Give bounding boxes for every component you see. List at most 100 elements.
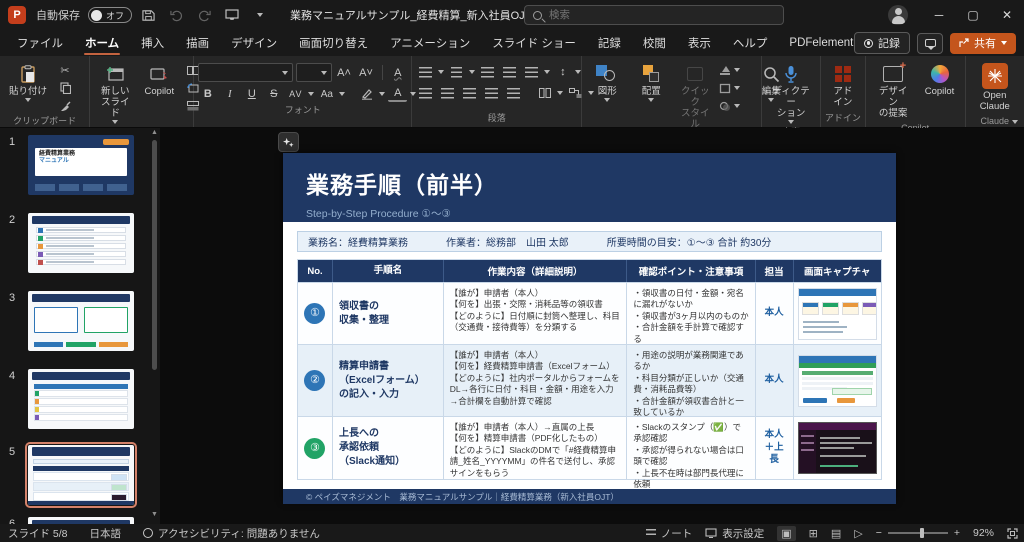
tab-record[interactable]: 記録	[587, 30, 632, 56]
slide-thumbnail-6[interactable]	[28, 517, 134, 524]
tab-transitions[interactable]: 画面切り替え	[288, 30, 379, 56]
decrease-indent-icon[interactable]	[478, 63, 497, 81]
notes-button[interactable]: ノート	[646, 526, 693, 541]
font-color-button[interactable]: A	[388, 87, 407, 102]
minimize-button[interactable]: ─	[922, 0, 956, 30]
designer-button[interactable]: デザイン の提案	[870, 60, 917, 121]
tab-draw[interactable]: 描画	[175, 30, 220, 56]
slide-thumbnail-2[interactable]	[28, 213, 134, 273]
tab-animations[interactable]: アニメーション	[379, 30, 481, 56]
italic-button[interactable]: I	[220, 85, 239, 103]
present-from-beginning-icon[interactable]	[220, 4, 244, 26]
copilot-button[interactable]: Copilot	[919, 60, 961, 99]
tab-file[interactable]: ファイル	[6, 30, 74, 56]
justify-icon[interactable]	[482, 84, 501, 102]
tab-review[interactable]: 校閲	[632, 30, 677, 56]
slide-thumbnail-3[interactable]	[28, 291, 134, 351]
record-button[interactable]: 記録	[854, 32, 910, 54]
tab-pdfelement[interactable]: PDFelement	[778, 30, 864, 56]
arrange-button[interactable]: 配置	[630, 60, 672, 103]
slide-canvas[interactable]: 業務手順（前半） Step-by-Step Procedure ①〜③ 業務名：…	[283, 153, 896, 502]
paste-button[interactable]: 貼り付け	[4, 60, 52, 103]
display-settings-button[interactable]: 表示設定	[705, 526, 764, 541]
increase-indent-icon[interactable]	[500, 63, 519, 81]
language-indicator[interactable]: 日本語	[90, 526, 122, 541]
shape-outline-icon[interactable]	[718, 80, 740, 96]
open-claude-button[interactable]: Open Claude	[974, 60, 1016, 114]
fit-to-window-icon[interactable]	[1007, 528, 1018, 539]
align-left-icon[interactable]	[416, 84, 435, 102]
change-case-button[interactable]: Aa	[317, 85, 336, 103]
underline-button[interactable]: U	[242, 85, 261, 103]
search-box[interactable]	[524, 5, 784, 25]
clear-formatting-button[interactable]: A	[388, 64, 407, 82]
autosave-toggle[interactable]: オフ	[88, 7, 132, 23]
account-avatar[interactable]	[888, 5, 908, 25]
thumbnail-scrollbar[interactable]: ▲ ▼	[150, 128, 159, 524]
share-button[interactable]: 共有	[950, 33, 1016, 54]
highlight-color-button[interactable]	[357, 85, 376, 103]
shape-effects-icon[interactable]	[718, 98, 740, 114]
scroll-down-icon[interactable]: ▼	[151, 511, 158, 518]
zoom-out-icon[interactable]: −	[876, 527, 882, 539]
tab-view[interactable]: 表示	[677, 30, 722, 56]
grow-font-button[interactable]: A˄	[335, 64, 354, 82]
bold-button[interactable]: B	[198, 85, 217, 103]
tab-slideshow[interactable]: スライド ショー	[481, 30, 587, 56]
strikethrough-button[interactable]: S	[264, 85, 283, 103]
zoom-track[interactable]	[888, 532, 948, 534]
slide-thumbnail-1[interactable]: 経費精算業務 マニュアル	[28, 135, 134, 195]
font-name-combo[interactable]	[198, 63, 293, 82]
align-right-icon[interactable]	[460, 84, 479, 102]
tab-help[interactable]: ヘルプ	[722, 30, 779, 56]
scrollbar-thumb[interactable]	[152, 140, 157, 370]
slideshow-view-icon[interactable]: ▷	[854, 527, 862, 540]
accessibility-status[interactable]: アクセシビリティ: 問題ありません	[143, 526, 320, 541]
slide-indicator[interactable]: スライド 5/8	[8, 526, 68, 541]
zoom-thumb[interactable]	[920, 528, 924, 538]
dictate-button[interactable]: ディクテー ション	[766, 60, 816, 125]
columns-icon[interactable]	[535, 84, 554, 102]
line-spacing-icon[interactable]	[522, 63, 541, 81]
cut-icon[interactable]: ✂	[54, 62, 76, 78]
undo-icon[interactable]	[164, 4, 188, 26]
slide-sorter-view-icon[interactable]: ⊞	[809, 527, 818, 540]
zoom-level[interactable]: 92%	[973, 527, 994, 539]
zoom-in-icon[interactable]: +	[954, 527, 960, 539]
close-button[interactable]: ✕	[990, 0, 1024, 30]
zoom-slider[interactable]: − +	[876, 527, 960, 539]
tab-insert[interactable]: 挿入	[130, 30, 175, 56]
tab-design[interactable]: デザイン	[220, 30, 288, 56]
numbering-icon[interactable]	[447, 63, 466, 81]
distribute-icon[interactable]	[504, 84, 523, 102]
copy-icon[interactable]	[54, 80, 76, 96]
quick-styles-button[interactable]: クイック スタイル	[674, 60, 716, 132]
save-icon[interactable]	[136, 4, 160, 26]
format-painter-icon[interactable]	[54, 98, 76, 114]
maximize-button[interactable]: ▢	[956, 0, 990, 30]
shapes-button[interactable]: 図形	[586, 60, 628, 103]
comments-button[interactable]	[917, 33, 943, 54]
shrink-font-button[interactable]: A˅	[357, 64, 376, 82]
quick-access-chevron-icon[interactable]	[248, 4, 272, 26]
designer-sparkle-button[interactable]	[278, 132, 299, 152]
character-spacing-button[interactable]: AV	[286, 85, 305, 103]
reading-view-icon[interactable]: ▤	[831, 527, 841, 540]
redo-icon[interactable]	[192, 4, 216, 26]
search-input[interactable]	[549, 9, 749, 21]
collapse-ribbon-icon[interactable]	[1012, 120, 1018, 124]
normal-view-icon[interactable]: ▣	[777, 526, 795, 541]
bullets-icon[interactable]	[416, 63, 435, 81]
slide-thumbnail-4[interactable]	[28, 369, 134, 429]
tab-home[interactable]: ホーム	[74, 30, 130, 56]
slide-thumbnail-5-selected[interactable]	[28, 445, 134, 505]
font-size-combo[interactable]	[296, 63, 331, 82]
addins-button[interactable]: アド イン	[825, 60, 861, 110]
text-direction-icon[interactable]: ↕	[553, 63, 572, 81]
new-slide-button[interactable]: 新しい スライド	[94, 60, 136, 125]
shape-fill-icon[interactable]	[718, 62, 740, 78]
scroll-up-icon[interactable]: ▲	[151, 129, 158, 136]
powerpoint-logo-icon[interactable]: P	[8, 6, 26, 24]
align-center-icon[interactable]	[438, 84, 457, 102]
copilot-slides-button[interactable]: Copilot	[138, 60, 180, 99]
